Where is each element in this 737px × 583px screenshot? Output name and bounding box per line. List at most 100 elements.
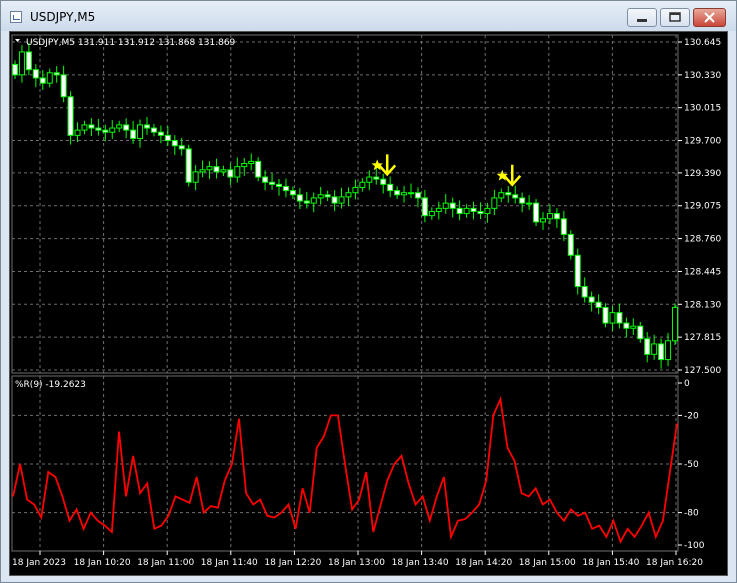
time-label: 18 Jan 10:20 [74,558,131,568]
candle [199,160,206,178]
candle-body [137,124,144,139]
candle-body [282,185,289,192]
candle [39,70,46,90]
price-label: 130.330 [684,71,721,81]
minimize-button[interactable] [627,8,657,27]
candle [630,318,637,335]
candle-body [324,194,331,198]
candle [192,165,199,191]
candle-body [192,171,199,183]
price-label: 128.760 [684,235,721,245]
candle [616,303,623,329]
candle-body [546,213,553,220]
candle [331,190,338,212]
price-label: 127.815 [684,333,721,343]
price-label: 130.645 [684,38,721,48]
candle-body [241,163,248,168]
candle-body [81,124,88,131]
candle [380,173,387,194]
candle [449,197,456,218]
candle-body [553,213,560,220]
price-label: 129.390 [684,169,721,179]
candle-body [144,124,150,129]
indicator-level-label: -100 [684,541,705,551]
candle-body [533,202,540,223]
candle-body [414,192,421,199]
candle [276,178,282,196]
candle [526,195,533,210]
candle [32,64,39,88]
candle [651,334,658,360]
candle-body [540,218,546,223]
candle-body [74,129,81,136]
candle-body [574,254,581,288]
candle [421,189,428,223]
candle [18,45,25,83]
time-label: 18 Jan 14:20 [455,558,512,568]
candle [456,200,463,221]
candle [470,201,477,220]
candle [588,291,595,312]
candle [109,120,116,139]
candle-body [602,306,609,324]
chart-canvas[interactable]: 130.645 130.330 130.015 129.700 129.390 129.0… [10,32,727,575]
price-panel-header: USDJPY,M5 131.911 131.912 131.868 131.86… [26,38,236,48]
candle-body [317,194,324,199]
candle-body [88,124,95,129]
indicator-level-label: -80 [684,509,699,519]
candle [623,317,630,338]
time-label: 18 Jan 15:40 [582,558,639,568]
time-label: 18 Jan 15:00 [519,558,576,568]
candle [373,167,380,185]
price-label: 128.445 [684,267,721,277]
candle-body [185,148,192,183]
candle-body [289,190,296,196]
candle [81,120,88,135]
candle-body [421,197,428,217]
chart-window-icon [10,11,22,23]
candle-body [123,124,130,131]
candle-body [164,134,171,142]
candle [477,202,484,219]
maximize-button[interactable] [660,8,690,27]
candle-body [331,196,338,204]
candle [672,303,678,345]
price-label: 127.500 [684,366,721,376]
candle-body [53,72,60,76]
candle [123,118,130,139]
candle [414,187,421,208]
candle [387,176,394,198]
candle [88,118,95,136]
wpr-indicator [12,395,678,545]
candle [498,188,505,203]
candle [512,185,519,204]
candle [150,123,157,137]
candle-body [401,192,408,196]
candle-body [595,301,602,308]
candle [317,186,324,205]
candle-body [262,176,269,183]
candle [567,230,574,260]
chart-area[interactable]: 130.645 130.330 130.015 129.700 129.390 129.0… [9,31,728,576]
price-panel-frame [11,34,679,374]
candle [435,201,442,220]
candle [255,157,262,182]
candle-body [477,210,484,215]
candle [533,198,540,227]
close-button[interactable] [693,8,726,27]
candle [665,332,672,367]
candle [401,186,408,203]
candle-body [39,77,46,84]
candle-body [408,192,414,195]
indicator-level-label: -50 [684,460,699,470]
candle [116,120,123,133]
wpr-line [12,395,678,545]
candle [227,163,234,185]
candle [345,187,352,207]
candle [540,212,546,230]
title-bar[interactable]: USDJPY,M5 [1,1,736,31]
indicator-panel-header: %R(9) -19.2623 [15,380,86,390]
candle-body [150,127,157,133]
candle-body [387,183,394,192]
candle-body [359,181,366,188]
